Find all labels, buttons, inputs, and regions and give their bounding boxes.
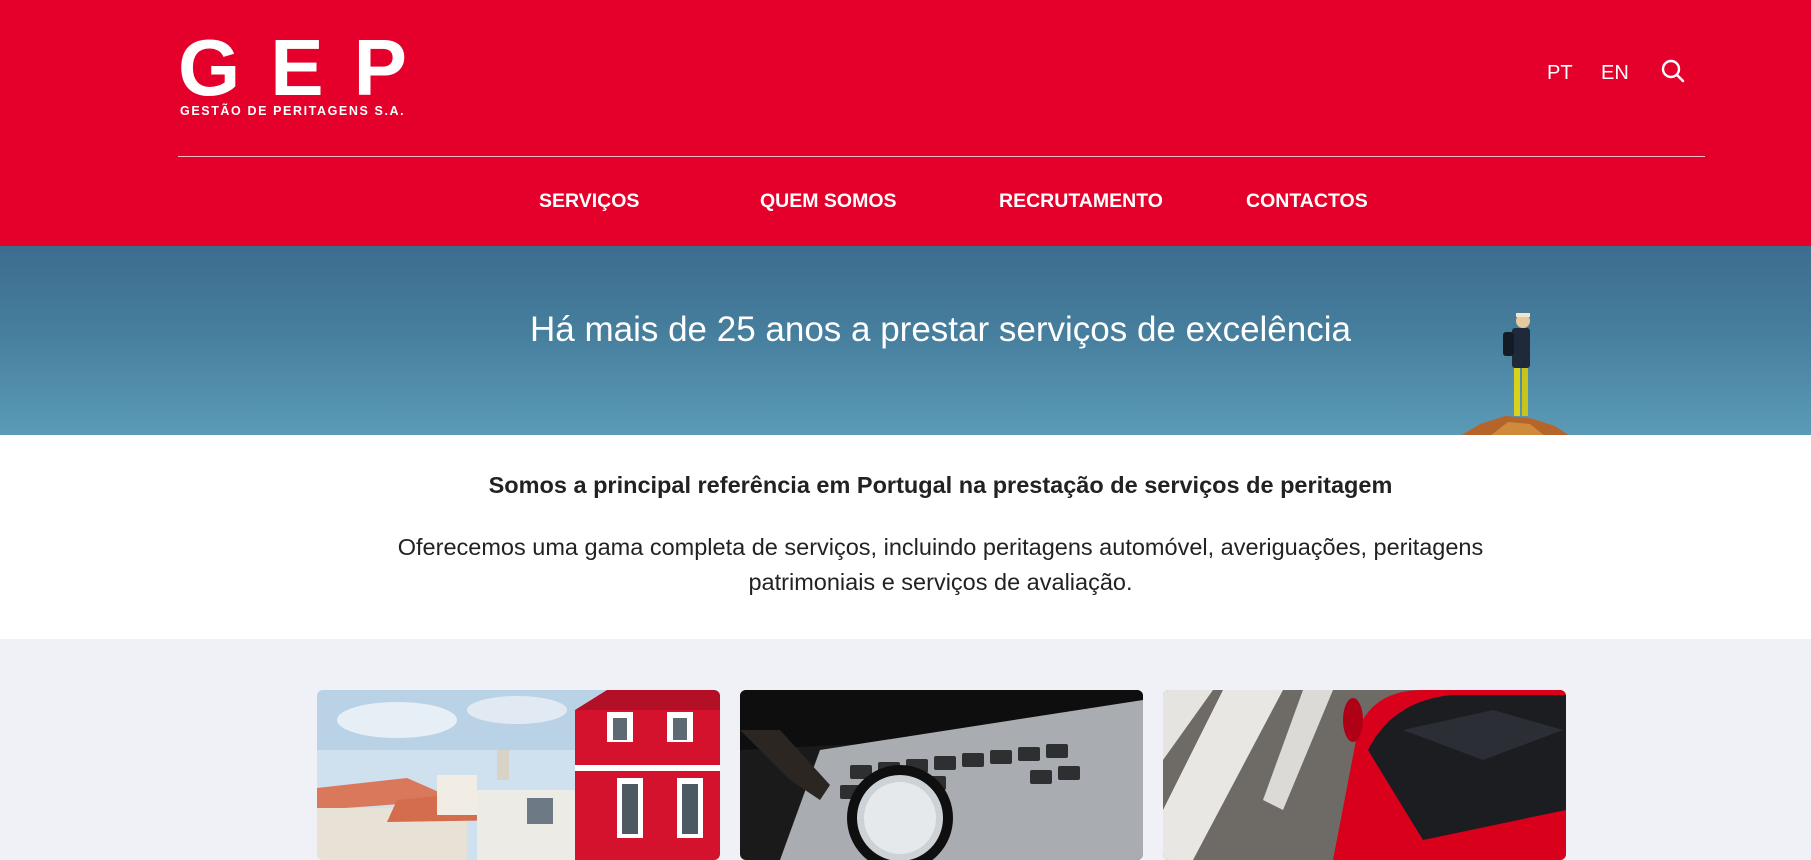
services-cards [0, 639, 1811, 860]
header-divider [178, 156, 1705, 157]
logo-letter-e: E [270, 23, 324, 112]
language-pt-link[interactable]: PT [1547, 62, 1573, 85]
service-card-averiguacoes[interactable] [740, 690, 1143, 860]
logo-letter-g: G [178, 23, 241, 112]
language-en-link[interactable]: EN [1601, 62, 1629, 85]
logo-letters: G E P [178, 23, 407, 112]
intro-text: Oferecemos uma gama completa de serviços… [397, 534, 1484, 595]
nav-item-contactos[interactable]: CONTACTOS [1246, 190, 1368, 213]
magnifying-glass-laptop-photo [740, 690, 1143, 860]
hero-banner: Há mais de 25 anos a prestar serviços de… [0, 246, 1811, 435]
gep-logo[interactable]: G E P GESTÃO DE PERITAGENS S.A. [178, 23, 408, 120]
intro-heading: Somos a principal referência em Portugal… [488, 472, 1393, 498]
red-car-photo [1163, 690, 1566, 860]
red-buildings-photo [317, 690, 720, 860]
search-icon[interactable] [1660, 58, 1686, 84]
logo-subtitle: GESTÃO DE PERITAGENS S.A. [180, 104, 406, 118]
service-card-patrimonial[interactable] [317, 690, 720, 860]
service-card-automovel[interactable] [1163, 690, 1566, 860]
nav-item-servicos[interactable]: SERVIÇOS [539, 190, 639, 213]
nav-item-recrutamento[interactable]: RECRUTAMENTO [999, 190, 1163, 213]
site-header: G E P GESTÃO DE PERITAGENS S.A. PT EN SE… [0, 0, 1811, 246]
logo-letter-p: P [353, 23, 407, 112]
hiker-on-rock-image [1461, 313, 1569, 435]
nav-item-quem-somos[interactable]: QUEM SOMOS [760, 190, 897, 213]
intro-section: Somos a principal referência em Portugal… [0, 435, 1811, 639]
